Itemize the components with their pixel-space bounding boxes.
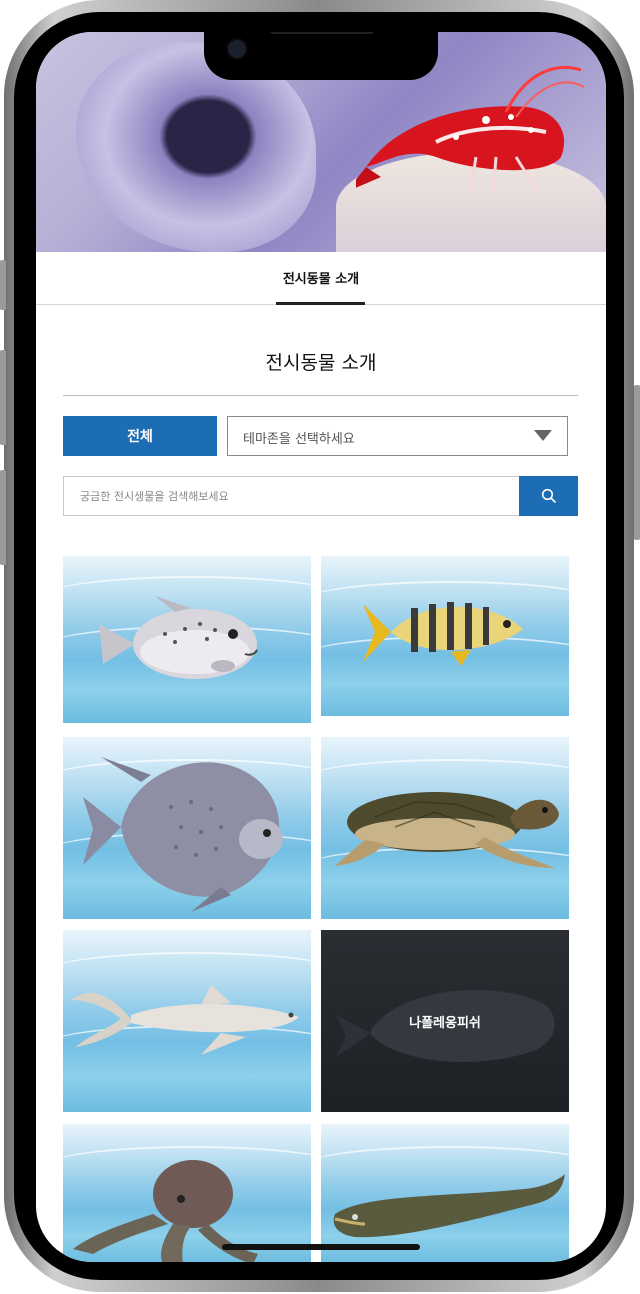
trevally-image	[363, 602, 523, 666]
search-button[interactable]	[519, 476, 578, 516]
mute-switch	[0, 260, 6, 310]
speaker	[270, 32, 374, 34]
sea-turtle-image	[335, 792, 559, 868]
tab-bar: 전시동물 소개	[36, 252, 606, 305]
eel-fish-image	[333, 1174, 565, 1238]
animal-card[interactable]	[63, 930, 311, 1112]
animal-card[interactable]	[63, 1124, 311, 1262]
animal-card-hovered[interactable]: 나폴레옹피쉬	[321, 930, 569, 1112]
screen: 전시동물 소개 전시동물 소개 전체 테마존을 선택하세요 궁금한 전시생물을 …	[36, 32, 606, 1262]
shrimp-image	[356, 65, 585, 192]
volume-down-button	[0, 470, 6, 565]
theme-zone-select-value: 테마존을 선택하세요	[243, 432, 355, 447]
theme-zone-select[interactable]: 테마존을 선택하세요	[227, 416, 568, 456]
animal-card[interactable]	[321, 556, 569, 716]
animal-card[interactable]	[321, 1124, 569, 1262]
animal-card[interactable]	[321, 737, 569, 919]
animal-card[interactable]	[63, 556, 311, 723]
power-button	[634, 385, 640, 540]
angelfish-image	[83, 757, 283, 912]
camera-icon	[226, 38, 248, 60]
animal-name-label: 나폴레옹피쉬	[409, 1015, 481, 1031]
pufferfish-image	[99, 596, 258, 679]
notch	[204, 32, 438, 80]
active-tab-indicator	[276, 302, 365, 305]
volume-up-button	[0, 350, 6, 445]
home-indicator	[222, 1244, 420, 1250]
pale-fish-image	[71, 985, 299, 1055]
search-icon	[541, 488, 556, 503]
animal-card[interactable]	[63, 737, 311, 919]
all-filter-button[interactable]: 전체	[63, 416, 217, 456]
page-title: 전시동물 소개	[265, 352, 377, 374]
tab-exhibit-animals[interactable]: 전시동물 소개	[276, 268, 366, 287]
caret-down-icon	[534, 430, 552, 441]
search-input[interactable]	[64, 477, 510, 515]
title-divider	[63, 395, 578, 396]
search-box	[63, 476, 519, 516]
